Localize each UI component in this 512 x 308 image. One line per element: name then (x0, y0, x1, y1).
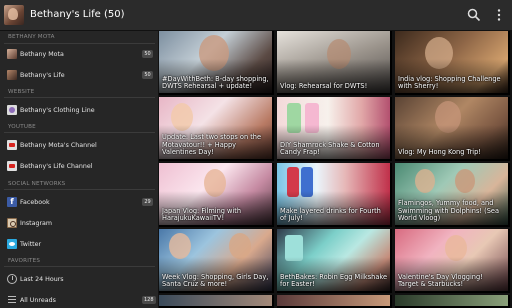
clock-icon (7, 274, 17, 284)
video-tile[interactable]: Vlog: My Hong Kong Trip! (395, 97, 510, 161)
section-header-social-networks: SOCIAL NETWORKS (8, 181, 66, 187)
drawer-item-bethany-mota-channel[interactable]: Bethany Mota's Channel (0, 136, 158, 156)
person-avatar-icon (7, 70, 17, 80)
video-tile[interactable]: Valentine's Day Vlogging! Target & Starb… (395, 229, 510, 293)
video-tile[interactable]: Flamingos, Yummy food, and Swimming with… (395, 163, 510, 227)
app-avatar-icon[interactable] (4, 5, 24, 25)
video-title: India vlog: Shopping Challenge with Sher… (398, 74, 501, 91)
divider (4, 266, 155, 267)
facebook-icon: f (7, 197, 17, 207)
video-tile[interactable]: India vlog: Shopping Challenge with Sher… (395, 31, 510, 95)
unread-count-badge: 50 (142, 50, 153, 58)
divider (4, 132, 155, 133)
video-tile[interactable]: Update: Last two stops on the Motavatour… (159, 97, 274, 161)
drawer-item-last-24-hours[interactable]: Last 24 Hours (0, 270, 158, 290)
video-tile[interactable]: Vlog: Rehearsal for DWTS! (277, 31, 392, 95)
drawer-item-label: All Unreads (20, 297, 56, 304)
website-icon (7, 105, 17, 115)
person-avatar-icon (7, 49, 17, 59)
navigation-drawer: BETHANY MOTA Bethany Mota 50 Bethany's L… (0, 31, 159, 308)
unread-count-badge: 128 (142, 296, 156, 304)
drawer-item-bethany-mota[interactable]: Bethany Mota 50 (0, 45, 158, 65)
unread-count-badge: 50 (142, 71, 153, 79)
instagram-icon (7, 218, 17, 228)
unread-count-badge: 29 (142, 198, 153, 206)
drawer-item-label: Last 24 Hours (20, 276, 64, 283)
drawer-item-bethanys-life[interactable]: Bethany's Life 50 (0, 66, 158, 86)
divider (4, 43, 155, 44)
video-thumbnail (229, 233, 251, 259)
video-thumbnail (169, 233, 191, 259)
video-title: Vlog: My Hong Kong Trip! (398, 148, 481, 157)
video-title: Vlog: Rehearsal for DWTS! (280, 82, 368, 91)
divider (4, 97, 155, 98)
search-icon[interactable] (467, 8, 481, 22)
video-tile[interactable] (159, 295, 274, 308)
drawer-item-label: Twitter (20, 241, 42, 248)
video-tile[interactable]: Make layered drinks for Fourth of July! (277, 163, 392, 227)
video-title: Japan Vlog: Filming with HarajukuKawaiiT… (162, 206, 242, 223)
divider (4, 189, 155, 190)
drawer-item-label: Bethany's Life Channel (20, 163, 93, 170)
drawer-item-label: Bethany Mota's Channel (20, 142, 97, 149)
drawer-item-label: Bethany Mota (20, 51, 64, 58)
video-tile[interactable]: Week Vlog: Shopping, Girls Day, Santa Cr… (159, 229, 274, 293)
drawer-item-clothing-line[interactable]: Bethany's Clothing Line (0, 101, 158, 121)
twitter-icon (7, 239, 17, 249)
video-title: #DayWithBeth: B-day shopping, DWTS Rehea… (162, 74, 269, 91)
drawer-item-bethanys-life-channel[interactable]: Bethany's Life Channel (0, 157, 158, 177)
section-header-youtube: YOUTUBE (8, 124, 36, 130)
video-tile[interactable] (395, 295, 510, 308)
section-header-favorites: FAVORITES (8, 258, 41, 264)
youtube-icon (7, 140, 17, 150)
drawer-item-facebook[interactable]: f Facebook 29 (0, 193, 158, 213)
video-title: Valentine's Day Vlogging! Target & Starb… (398, 272, 483, 289)
video-title: Update: Last two stops on the Motavatour… (162, 133, 262, 157)
drawer-item-label: Bethany's Life (20, 72, 65, 79)
app-title[interactable]: Bethany's Life (50) (30, 9, 125, 20)
youtube-icon (7, 161, 17, 171)
video-tile[interactable] (277, 295, 392, 308)
video-tile[interactable]: DIY Shamrock Shake & Cotton Candy Frap! (277, 97, 392, 161)
drawer-item-label: Instagram (20, 220, 53, 227)
drawer-item-label: Bethany's Clothing Line (20, 107, 95, 114)
action-bar: Bethany's Life (50) (0, 0, 512, 31)
list-icon (7, 295, 17, 305)
drawer-item-instagram[interactable]: Instagram (0, 214, 158, 234)
overflow-menu-icon[interactable] (494, 8, 504, 22)
video-title: BethBakes: Robin Egg Milkshake for Easte… (280, 272, 388, 289)
video-title: Week Vlog: Shopping, Girls Day, Santa Cr… (162, 272, 269, 289)
section-header-website: WEBSITE (8, 89, 35, 95)
video-title: Make layered drinks for Fourth of July! (280, 206, 381, 223)
video-tile[interactable]: Japan Vlog: Filming with HarajukuKawaiiT… (159, 163, 274, 227)
video-tile[interactable]: #DayWithBeth: B-day shopping, DWTS Rehea… (159, 31, 274, 95)
drawer-item-all-unreads[interactable]: All Unreads 128 (0, 291, 158, 308)
video-thumbnail (455, 169, 475, 193)
section-header-bethany-mota: BETHANY MOTA (8, 34, 55, 40)
video-title: DIY Shamrock Shake & Cotton Candy Frap! (280, 140, 380, 157)
video-grid: #DayWithBeth: B-day shopping, DWTS Rehea… (159, 31, 512, 308)
video-tile[interactable]: BethBakes: Robin Egg Milkshake for Easte… (277, 229, 392, 293)
drawer-item-label: Facebook (20, 199, 50, 206)
video-thumbnail (415, 169, 435, 193)
drawer-item-twitter[interactable]: Twitter (0, 235, 158, 255)
video-title: Flamingos, Yummy food, and Swimming with… (398, 199, 499, 223)
